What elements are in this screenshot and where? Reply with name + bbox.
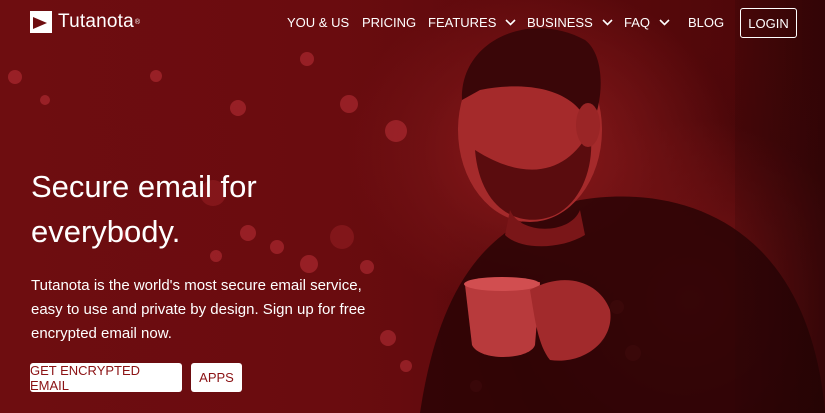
- nav-item-blog[interactable]: BLOG: [688, 15, 724, 30]
- top-navigation: Tutanota ® YOU & US PRICING FEATURES BUS…: [0, 0, 825, 46]
- nav-item-faq[interactable]: FAQ: [624, 15, 670, 30]
- get-encrypted-email-button[interactable]: GET ENCRYPTED EMAIL: [30, 363, 182, 393]
- nav-item-label: BLOG: [688, 15, 725, 30]
- nav-item-pricing[interactable]: PRICING: [362, 15, 416, 30]
- chevron-down-icon: [659, 19, 670, 26]
- bokeh-light: [360, 260, 374, 274]
- background-shadow: [735, 0, 825, 413]
- nav-item-business[interactable]: BUSINESS: [527, 15, 613, 30]
- nav-menu: YOU & US PRICING FEATURES BUSINESS FAQ B…: [0, 0, 825, 46]
- chevron-down-icon: [602, 19, 613, 26]
- bokeh-light: [8, 70, 22, 84]
- hero-headline: Secure email for everybody.: [31, 169, 257, 249]
- bokeh-light: [300, 255, 318, 273]
- nav-item-you-and-us[interactable]: YOU & US: [287, 15, 349, 30]
- bokeh-light: [150, 70, 162, 82]
- bokeh-light: [40, 95, 50, 105]
- nav-item-label: FAQ: [624, 15, 651, 30]
- bokeh-light: [300, 52, 314, 66]
- bokeh-light: [340, 95, 358, 113]
- hero-description: Tutanota is the world's most secure emai…: [31, 277, 366, 342]
- nav-item-label: PRICING: [362, 15, 417, 30]
- nav-item-label: BUSINESS: [527, 15, 593, 30]
- nav-item-features[interactable]: FEATURES: [428, 15, 516, 30]
- nav-item-label: FEATURES: [428, 15, 497, 30]
- chevron-down-icon: [505, 19, 516, 26]
- apps-button[interactable]: APPS: [191, 363, 242, 392]
- nav-item-label: YOU & US: [287, 15, 350, 30]
- bokeh-light: [230, 100, 246, 116]
- login-button[interactable]: LOGIN: [740, 8, 797, 38]
